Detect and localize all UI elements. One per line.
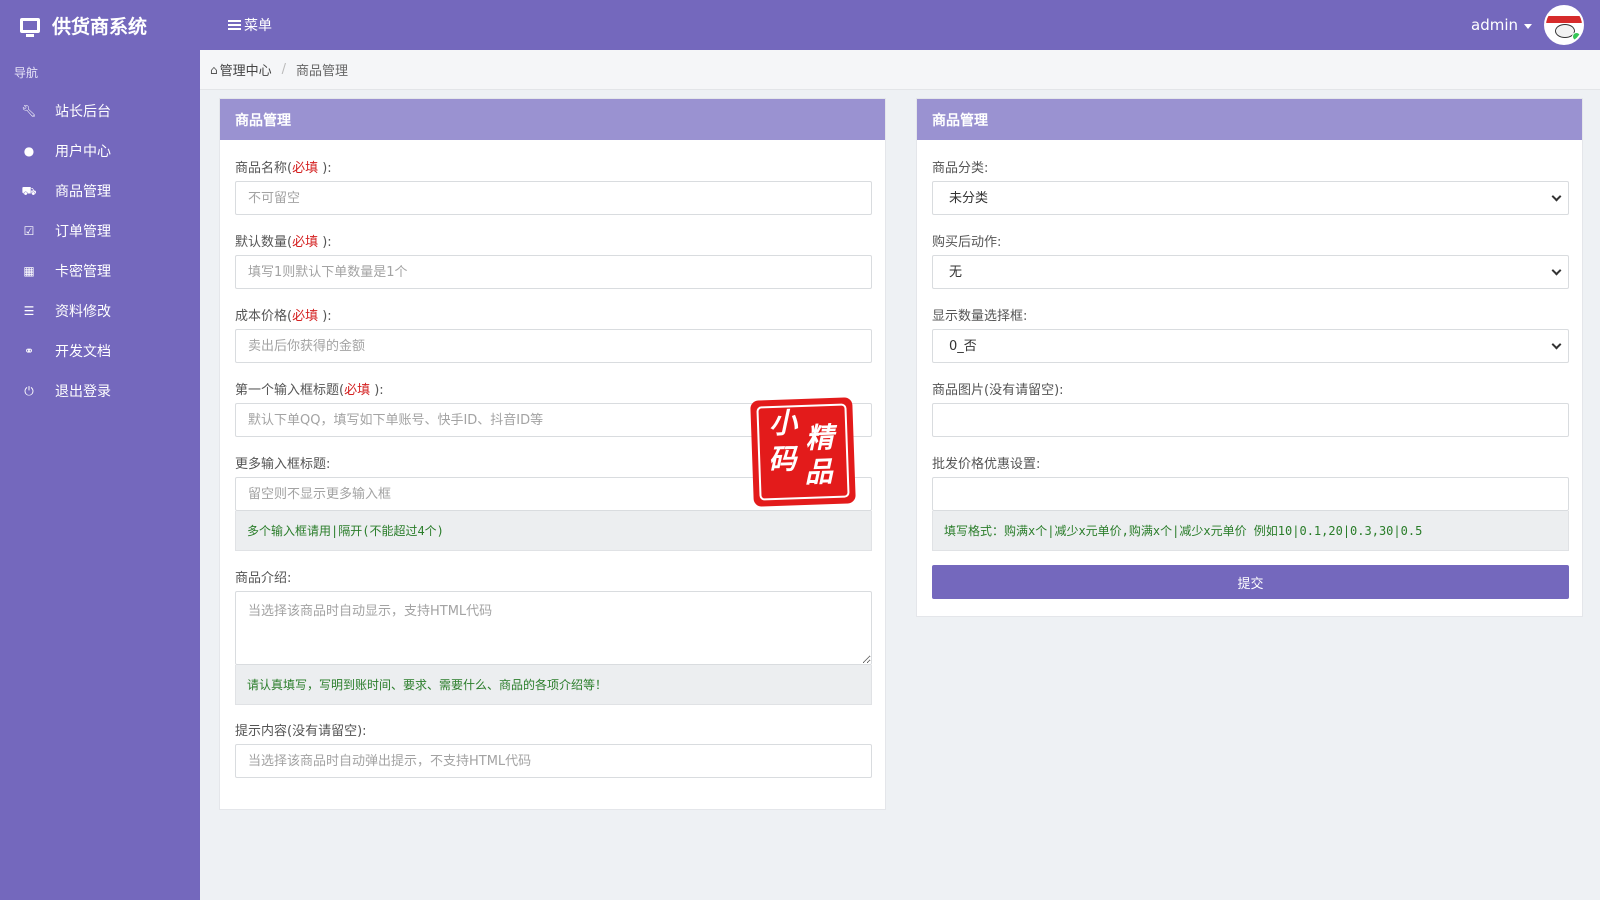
product-intro-label: 商品介绍: — [235, 571, 292, 586]
product-intro-help: 请认真填写，写明到账时间、要求、需要什么、商品的各项介绍等！ — [235, 665, 872, 705]
seal-char: 小 — [768, 406, 798, 441]
sidebar-heading: 导航 — [14, 66, 39, 80]
watermark-seal: 小 精 码 品 — [750, 397, 856, 507]
cart-icon: ⛟ — [21, 184, 37, 198]
default-quantity-label: 默认数量(必填 ): — [235, 235, 332, 250]
home-icon: ⌂ — [210, 62, 218, 77]
quantity-selector-label: 显示数量选择框: — [932, 309, 1028, 324]
sidebar-item-docs[interactable]: ⚭ 开发文档 — [0, 331, 200, 371]
sidebar-item-profile[interactable]: ☰ 资料修改 — [0, 291, 200, 331]
first-input-title-label: 第一个输入框标题(必填 ): — [235, 383, 384, 398]
user-icon: ● — [23, 144, 35, 158]
sidebar-item-label: 用户中心 — [55, 144, 111, 160]
panel-title: 商品管理 — [917, 99, 1582, 140]
product-name-label: 商品名称(必填 ): — [235, 161, 332, 176]
sidebar-item-label: 开发文档 — [55, 344, 111, 360]
sidebar-item-label: 退出登录 — [55, 384, 111, 400]
check-square-icon: ☑ — [23, 224, 35, 238]
online-status-icon — [1572, 32, 1581, 41]
more-inputs-help: 多个输入框请用|隔开(不能超过4个) — [235, 511, 872, 551]
sidebar-item-orders[interactable]: ☑ 订单管理 — [0, 211, 200, 251]
grid-icon: ▦ — [23, 264, 35, 278]
sidebar-item-logout[interactable]: ⏻ 退出登录 — [0, 371, 200, 411]
after-buy-action-wrap: 无 — [932, 255, 1569, 289]
seal-char: 精 — [804, 420, 835, 455]
sidebar-item-label: 站长后台 — [55, 104, 111, 120]
category-label: 商品分类: — [932, 161, 989, 176]
top-navbar: 供货商系统 菜单 admin — [0, 0, 1600, 50]
product-intro-textarea[interactable] — [235, 591, 872, 665]
product-settings-panel: 商品管理 商品分类: 未分类 购买后动作: 无 显示数量选择框: 0_否 商品图… — [916, 98, 1583, 617]
sidebar: 导航 🔧︎ 站长后台 ● 用户中心 ⛟ 商品管理 ☑ 订单管理 ▦ 卡密管理 ☰… — [0, 50, 200, 900]
after-buy-action-label: 购买后动作: — [932, 235, 1002, 250]
wholesale-price-input[interactable] — [932, 477, 1569, 511]
app-title: 供货商系统 — [52, 15, 148, 38]
tip-content-input[interactable] — [235, 744, 872, 778]
default-quantity-input[interactable] — [235, 255, 872, 289]
menu-label: 菜单 — [244, 18, 272, 34]
breadcrumb-current: 商品管理 — [296, 64, 349, 79]
breadcrumb-home-link[interactable]: 管理中心 — [220, 60, 272, 79]
user-menu[interactable]: admin — [1471, 0, 1584, 50]
avatar[interactable] — [1544, 5, 1584, 45]
more-inputs-label: 更多输入框标题: — [235, 457, 331, 472]
seal-char: 码 — [767, 442, 797, 477]
caret-down-icon — [1524, 23, 1532, 29]
product-image-label: 商品图片(没有请留空): — [932, 383, 1064, 398]
wholesale-price-help: 填写格式：购满x个|减少x元单价,购满x个|减少x元单价 例如10|0.1,20… — [932, 511, 1569, 551]
cost-price-label: 成本价格(必填 ): — [235, 309, 332, 324]
sidebar-item-products[interactable]: ⛟ 商品管理 — [0, 171, 200, 211]
breadcrumb-separator: / — [281, 62, 287, 77]
category-select[interactable]: 未分类 — [932, 181, 1569, 215]
wholesale-price-label: 批发价格优惠设置: — [932, 457, 1041, 472]
sidebar-item-label: 卡密管理 — [55, 264, 111, 280]
cost-price-input[interactable] — [235, 329, 872, 363]
category-select-wrap: 未分类 — [932, 181, 1569, 215]
monitor-icon — [20, 17, 40, 37]
power-icon: ⏻ — [24, 384, 34, 398]
quantity-selector-select[interactable]: 0_否 — [932, 329, 1569, 363]
product-name-input[interactable] — [235, 181, 872, 215]
sidebar-item-user-center[interactable]: ● 用户中心 — [0, 131, 200, 171]
panel-title: 商品管理 — [220, 99, 885, 140]
user-name: admin — [1471, 16, 1518, 34]
menu-toggle-button[interactable]: 菜单 — [228, 0, 272, 50]
breadcrumb: ⌂ 管理中心 / 商品管理 — [200, 50, 1600, 90]
sidebar-item-cards[interactable]: ▦ 卡密管理 — [0, 251, 200, 291]
sidebar-item-label: 商品管理 — [55, 184, 111, 200]
submit-button[interactable]: 提交 — [932, 565, 1569, 599]
menu-icon — [228, 20, 241, 30]
quantity-selector-wrap: 0_否 — [932, 329, 1569, 363]
list-icon: ☰ — [23, 304, 35, 318]
brand[interactable]: 供货商系统 — [20, 0, 147, 50]
product-image-input[interactable] — [932, 403, 1569, 437]
sidebar-item-label: 订单管理 — [55, 224, 111, 240]
sidebar-item-label: 资料修改 — [55, 304, 111, 320]
handshake-icon: ⚭ — [23, 344, 35, 358]
wrench-icon: 🔧︎ — [21, 104, 37, 118]
tip-content-label: 提示内容(没有请留空): — [235, 724, 367, 739]
after-buy-action-select[interactable]: 无 — [932, 255, 1569, 289]
seal-char: 品 — [804, 454, 834, 489]
sidebar-item-admin[interactable]: 🔧︎ 站长后台 — [0, 91, 200, 131]
